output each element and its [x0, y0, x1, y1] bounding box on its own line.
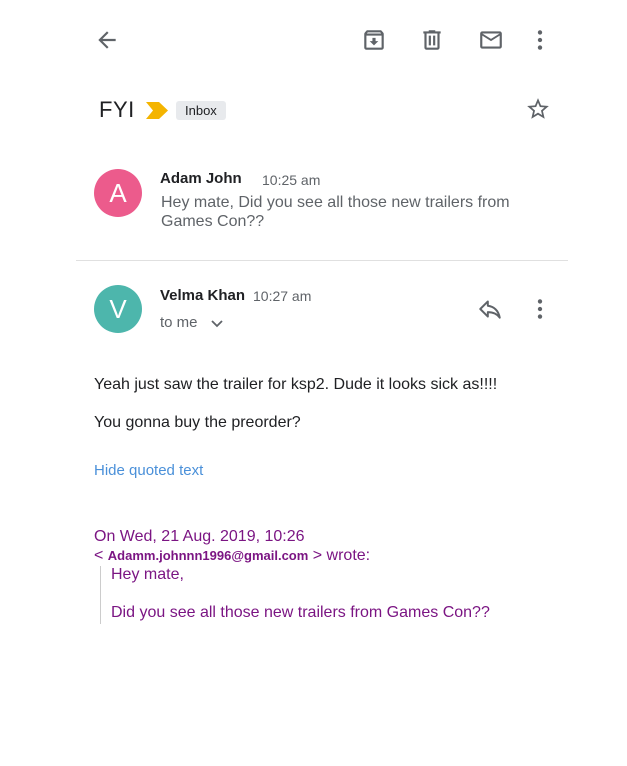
message-body-line: You gonna buy the preorder?	[94, 414, 301, 431]
quote-bar	[100, 566, 101, 624]
important-marker-icon[interactable]	[146, 102, 168, 119]
quote-sender: < Adamm.johnnn1996@gmail.com > wrote:	[94, 547, 371, 564]
thread-subject: FYI	[99, 97, 135, 122]
avatar[interactable]: V	[94, 285, 142, 333]
star-icon[interactable]	[525, 96, 551, 122]
message-divider	[76, 260, 568, 261]
reply-icon[interactable]	[477, 296, 503, 322]
label-chip-inbox[interactable]: Inbox	[176, 101, 226, 120]
sender-name: Velma Khan	[160, 287, 246, 304]
quoted-line: Hey mate,	[111, 566, 184, 583]
quote-sender-email[interactable]: Adamm.johnnn1996@gmail.com	[108, 548, 309, 563]
more-vert-icon[interactable]	[527, 296, 553, 322]
message-time: 10:27 am	[253, 288, 312, 304]
quote-attribution: On Wed, 21 Aug. 2019, 10:26	[94, 528, 305, 545]
message-snippet[interactable]: Hey mate, Did you see all those new trai…	[161, 193, 551, 231]
message-time: 10:25 am	[262, 172, 321, 188]
arrow-back-icon[interactable]	[94, 27, 120, 53]
more-vert-icon[interactable]	[527, 27, 553, 53]
chevron-down-icon[interactable]	[209, 317, 225, 331]
sender-name: Adam John	[160, 170, 242, 187]
mail-icon[interactable]	[477, 27, 505, 53]
archive-icon[interactable]	[361, 27, 387, 53]
avatar[interactable]: A	[94, 169, 142, 217]
delete-icon[interactable]	[419, 27, 445, 53]
quoted-line: Did you see all those new trailers from …	[111, 604, 490, 621]
hide-quoted-text-link[interactable]: Hide quoted text	[94, 462, 203, 479]
recipient-label[interactable]: to me	[160, 314, 198, 331]
message-body-line: Yeah just saw the trailer for ksp2. Dude…	[94, 376, 498, 393]
